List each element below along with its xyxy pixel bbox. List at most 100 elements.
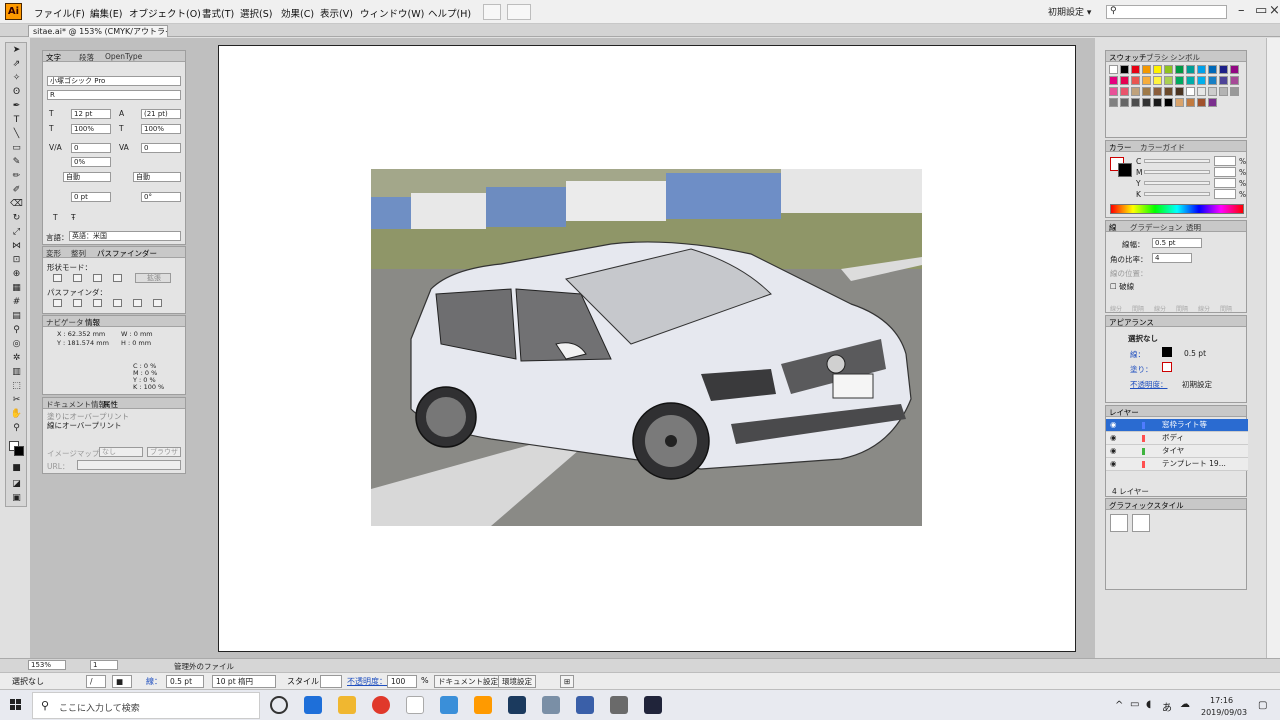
swatch[interactable] [1208, 65, 1217, 74]
minus-front-icon[interactable] [73, 274, 82, 282]
layer-row-template[interactable]: ◉ テンプレート 19... [1106, 458, 1248, 471]
pen-tool-icon[interactable]: ✒ [10, 101, 23, 112]
unite-icon[interactable] [53, 274, 62, 282]
swatch[interactable] [1131, 87, 1140, 96]
media-player-icon[interactable] [644, 696, 662, 714]
pencil-tool-icon[interactable]: ✏ [10, 171, 23, 182]
help-search-input[interactable]: ⚲ [1106, 5, 1227, 19]
menu-help[interactable]: ヘルプ(H) [428, 6, 471, 20]
swatch[interactable] [1164, 98, 1173, 107]
brush-definition-select[interactable]: 10 pt 楕円 [212, 675, 276, 688]
url-field[interactable] [77, 460, 181, 470]
eye-icon[interactable]: ◉ [1110, 432, 1117, 444]
horizontal-scale-field[interactable]: 100% [141, 124, 181, 134]
photoshop-taskbar-icon[interactable] [508, 696, 526, 714]
swatch[interactable] [1208, 76, 1217, 85]
layer-name[interactable]: 窓枠ライト等 [1162, 419, 1207, 431]
leading-field[interactable]: (21 pt) [141, 109, 181, 119]
color-mode-icon[interactable]: ■ [10, 463, 23, 474]
arrange-icon[interactable]: ⊞ [560, 675, 575, 688]
workspace-switcher[interactable]: 初期設定 ▾ [1048, 5, 1091, 18]
layer-name[interactable]: ボディ [1162, 432, 1184, 444]
stroke-black-icon[interactable] [1118, 163, 1132, 177]
baseline-shift-field[interactable]: 0 pt [71, 192, 111, 202]
shape-builder-tool-icon[interactable]: ⊕ [10, 269, 23, 280]
document-tab[interactable]: sitae.ai* @ 153% (CMYK/アウトライン) × [28, 25, 168, 37]
opacity-label[interactable]: 不透明度： [347, 676, 387, 687]
cloud-icon[interactable]: ☁ [1180, 699, 1190, 710]
swatch[interactable] [1120, 98, 1129, 107]
outline-icon[interactable] [133, 299, 142, 307]
stroke-color-icon[interactable] [14, 446, 24, 456]
swatch[interactable] [1219, 65, 1228, 74]
tab-transform[interactable]: 変形 [46, 248, 61, 259]
tab-character[interactable]: 文字 [46, 52, 61, 63]
appearance-stroke-label[interactable]: 線： [1130, 349, 1145, 360]
font-size-field[interactable]: 12 pt [71, 109, 111, 119]
swatch[interactable] [1197, 87, 1206, 96]
swatch[interactable] [1197, 65, 1206, 74]
color-spectrum[interactable] [1110, 204, 1244, 214]
language-select[interactable]: 英語：米国 [69, 231, 181, 241]
swatch[interactable] [1208, 98, 1217, 107]
tsume-field[interactable]: 0% [71, 157, 111, 167]
tab-gradient[interactable]: グラデーション [1130, 222, 1182, 233]
tab-stroke[interactable]: 線 [1109, 222, 1117, 233]
swatch[interactable] [1230, 65, 1239, 74]
swatch[interactable] [1175, 76, 1184, 85]
mail-icon[interactable] [440, 696, 458, 714]
app-icon[interactable] [610, 696, 628, 714]
dashed-line-checkbox[interactable]: ☐ 破線 [1110, 281, 1134, 292]
swatch[interactable] [1219, 76, 1228, 85]
kerning-field[interactable]: 0 [71, 143, 111, 153]
taskbar-search-box[interactable]: ⚲ ここに入力して検索 [32, 692, 260, 719]
tab-symbols[interactable]: シンボル [1170, 52, 1200, 63]
swatch[interactable] [1164, 87, 1173, 96]
color-c-slider[interactable] [1144, 159, 1210, 163]
swatch[interactable] [1153, 98, 1162, 107]
control-stroke-weight[interactable]: 0.5 pt [166, 675, 204, 688]
tab-brushes[interactable]: ブラシ [1146, 52, 1168, 63]
browser-button[interactable]: ブラウザ [147, 447, 181, 457]
graphic-style-default[interactable] [1110, 514, 1128, 532]
tab-opentype[interactable]: OpenType [105, 52, 142, 61]
eye-icon[interactable]: ◉ [1110, 445, 1117, 457]
column-graph-tool-icon[interactable]: ▥ [10, 367, 23, 378]
color-y-field[interactable] [1214, 178, 1236, 188]
aki-after-field[interactable]: 自動 [133, 172, 181, 182]
eye-icon[interactable]: ◉ [1110, 419, 1117, 431]
photo-app-icon[interactable] [542, 696, 560, 714]
artboard-number-field[interactable]: 1 [90, 660, 118, 670]
notification-icon[interactable]: ▢ [1258, 700, 1267, 711]
font-style-select[interactable]: R [47, 90, 181, 100]
swatch[interactable] [1186, 65, 1195, 74]
graphic-style-select[interactable] [320, 675, 342, 688]
swatch[interactable] [1142, 65, 1151, 74]
layer-name[interactable]: タイヤ [1162, 445, 1184, 457]
tab-pathfinder[interactable]: パスファインダー [97, 248, 157, 259]
merge-icon[interactable] [93, 299, 102, 307]
task-view-icon[interactable] [270, 696, 288, 714]
settings-app-icon[interactable] [576, 696, 594, 714]
tab-transparency[interactable]: 透明 [1186, 222, 1201, 233]
minus-back-icon[interactable] [153, 299, 162, 307]
line-tool-icon[interactable]: ╲ [10, 129, 23, 140]
artboard-tool-icon[interactable]: ⬚ [10, 381, 23, 392]
appearance-stroke-swatch[interactable] [1162, 347, 1172, 357]
tab-align[interactable]: 整列 [71, 248, 86, 259]
swatch[interactable] [1142, 87, 1151, 96]
opacity-field[interactable]: 100 [387, 675, 417, 688]
appearance-fill-swatch[interactable] [1162, 362, 1172, 372]
swatch[interactable] [1186, 76, 1195, 85]
document-setup-button[interactable]: ドキュメント設定 [434, 675, 502, 688]
menu-view[interactable]: 表示(V) [320, 6, 353, 20]
layer-name[interactable]: テンプレート 19... [1162, 458, 1226, 470]
zoom-tool-icon[interactable]: ⚲ [10, 423, 23, 434]
fill-swatch-dropdown[interactable]: / [86, 675, 106, 688]
blob-brush-tool-icon[interactable]: ✐ [10, 185, 23, 196]
status-info[interactable]: 管理外のファイル [174, 661, 234, 672]
trim-icon[interactable] [73, 299, 82, 307]
acrobat-icon[interactable] [406, 696, 424, 714]
swatch[interactable] [1120, 65, 1129, 74]
color-c-field[interactable] [1214, 156, 1236, 166]
